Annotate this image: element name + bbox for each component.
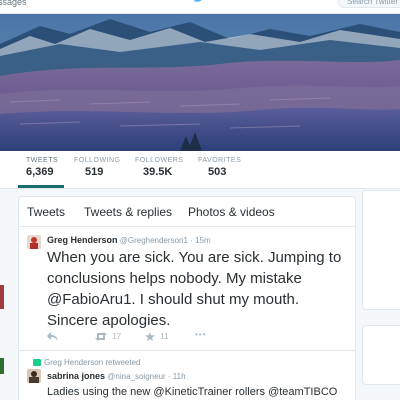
sidebar-fragment [0,358,4,374]
stat-label: FOLLOWERS [135,157,184,164]
retweeted-context: Greg Henderson retweeted [33,358,141,367]
tweet-author-name[interactable]: Greg Henderson [47,235,118,245]
tweet-separator: · [167,372,171,381]
tweet[interactable]: Greg Henderson @Greghenderson1 · 15m Whe… [19,228,355,351]
retweet-button[interactable]: 17 [95,332,121,343]
avatar[interactable] [27,369,41,383]
tweet-author-handle[interactable]: @nina_soigneur [107,372,165,381]
stat-value: 39.5K [143,166,173,178]
twitter-bird-icon[interactable] [192,0,206,4]
top-navigation: ssages Search Twitter [0,0,400,14]
stat-followers[interactable]: FOLLOWERS 39.5K [135,157,183,178]
favorite-button[interactable]: 11 [145,332,169,343]
stat-label: FAVORITES [198,157,242,164]
star-icon [145,332,155,341]
stat-value: 503 [208,166,227,178]
tweet-header: sabrina jones @nina_soigneur · 11h [47,371,186,381]
stat-label: TWEETS [26,157,59,164]
more-icon[interactable]: ••• [195,330,206,339]
twitter-profile-page: ssages Search Twitter TWEETS 6,369 FOLLO… [0,0,400,400]
right-sidebar-module [362,190,400,310]
retweet-icon [95,332,107,341]
stat-favorites[interactable]: FAVORITES 503 [198,157,241,178]
tweet-timestamp[interactable]: 15m [195,236,211,245]
tweet-timestamp[interactable]: 11h [173,372,186,381]
active-tab-indicator [18,185,64,188]
messages-nav-label[interactable]: ssages [0,0,27,7]
tweet-text: When you are sick. You are sick. Jumping… [47,249,342,329]
sidebar-fragment [0,285,4,309]
stat-value: 519 [85,166,104,178]
stat-tweets[interactable]: TWEETS 6,369 [26,157,58,178]
tweet[interactable]: Greg Henderson retweeted sabrina jones @… [19,352,355,400]
tab-tweets-and-replies[interactable]: Tweets & replies [84,205,172,219]
favorite-count: 11 [160,332,169,341]
tab-photos-and-videos[interactable]: Photos & videos [188,205,275,219]
retweeted-by-label[interactable]: Greg Henderson retweeted [44,358,141,367]
mountain-landscape-image [0,14,400,151]
tweet-author-name[interactable]: sabrina jones [47,371,105,381]
timeline: Tweets Tweets & replies Photos & videos … [18,196,356,400]
tweet-separator: · [190,236,193,245]
tweet-author-handle[interactable]: @Greghenderson1 [120,236,188,245]
retweet-count: 17 [112,332,122,341]
retweet-icon [33,359,41,366]
timeline-tabs: Tweets Tweets & replies Photos & videos [19,197,355,227]
avatar[interactable] [27,235,41,249]
profile-navigation: TWEETS 6,369 FOLLOWING 519 FOLLOWERS 39.… [0,151,400,189]
profile-header-banner [0,14,400,151]
tweet-text: Ladies using the new @KineticTrainer rol… [47,386,338,398]
tab-tweets[interactable]: Tweets [27,205,65,219]
stat-following[interactable]: FOLLOWING 519 [74,157,121,178]
stat-value: 6,369 [26,166,54,178]
reply-icon[interactable] [47,332,58,343]
right-sidebar-module [362,325,400,385]
search-input[interactable]: Search Twitter [338,0,400,8]
stat-label: FOLLOWING [74,157,121,164]
tweet-header: Greg Henderson @Greghenderson1 · 15m [47,235,211,245]
